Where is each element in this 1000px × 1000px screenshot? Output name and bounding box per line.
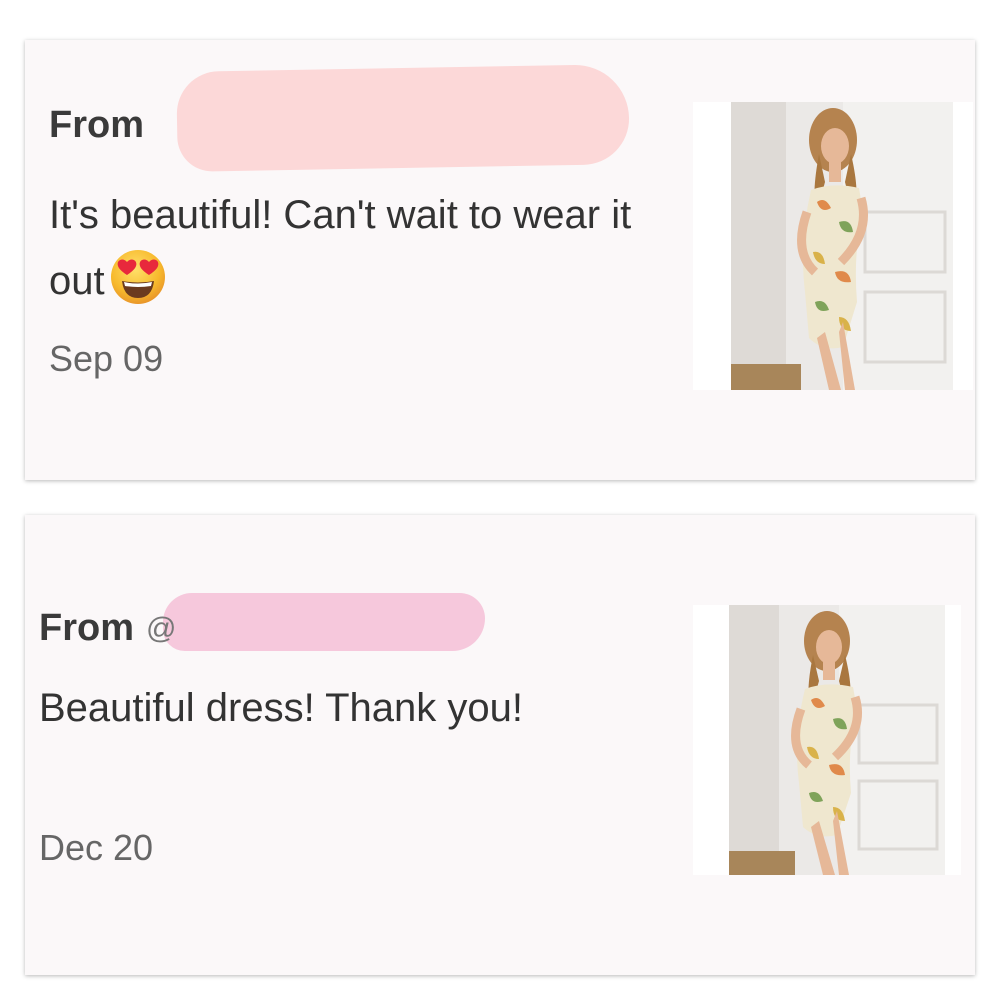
- redacted-username: [163, 593, 485, 651]
- review-date: Sep 09: [49, 338, 164, 379]
- review-date: Dec 20: [39, 827, 154, 868]
- review-message: Beautiful dress! Thank you!: [39, 686, 523, 730]
- from-label: From: [49, 104, 144, 146]
- handle-prefix: @: [146, 611, 177, 645]
- review-card: From It's beautiful! Can't wait to wear …: [25, 40, 975, 480]
- heart-eyes-emoji-icon: [109, 248, 167, 306]
- review-message: It's beautiful! Can't wait to wear it ou…: [49, 182, 659, 314]
- redacted-username: [176, 64, 630, 172]
- review-collage: From It's beautiful! Can't wait to wear …: [0, 0, 1000, 1000]
- review-card: From @ Beautiful dress! Thank you! Dec 2…: [25, 515, 975, 975]
- review-from-line: From: [49, 104, 144, 147]
- review-from-line: From @: [39, 607, 176, 650]
- product-photo[interactable]: [693, 605, 961, 875]
- product-photo[interactable]: [693, 102, 973, 390]
- from-label: From: [39, 607, 134, 649]
